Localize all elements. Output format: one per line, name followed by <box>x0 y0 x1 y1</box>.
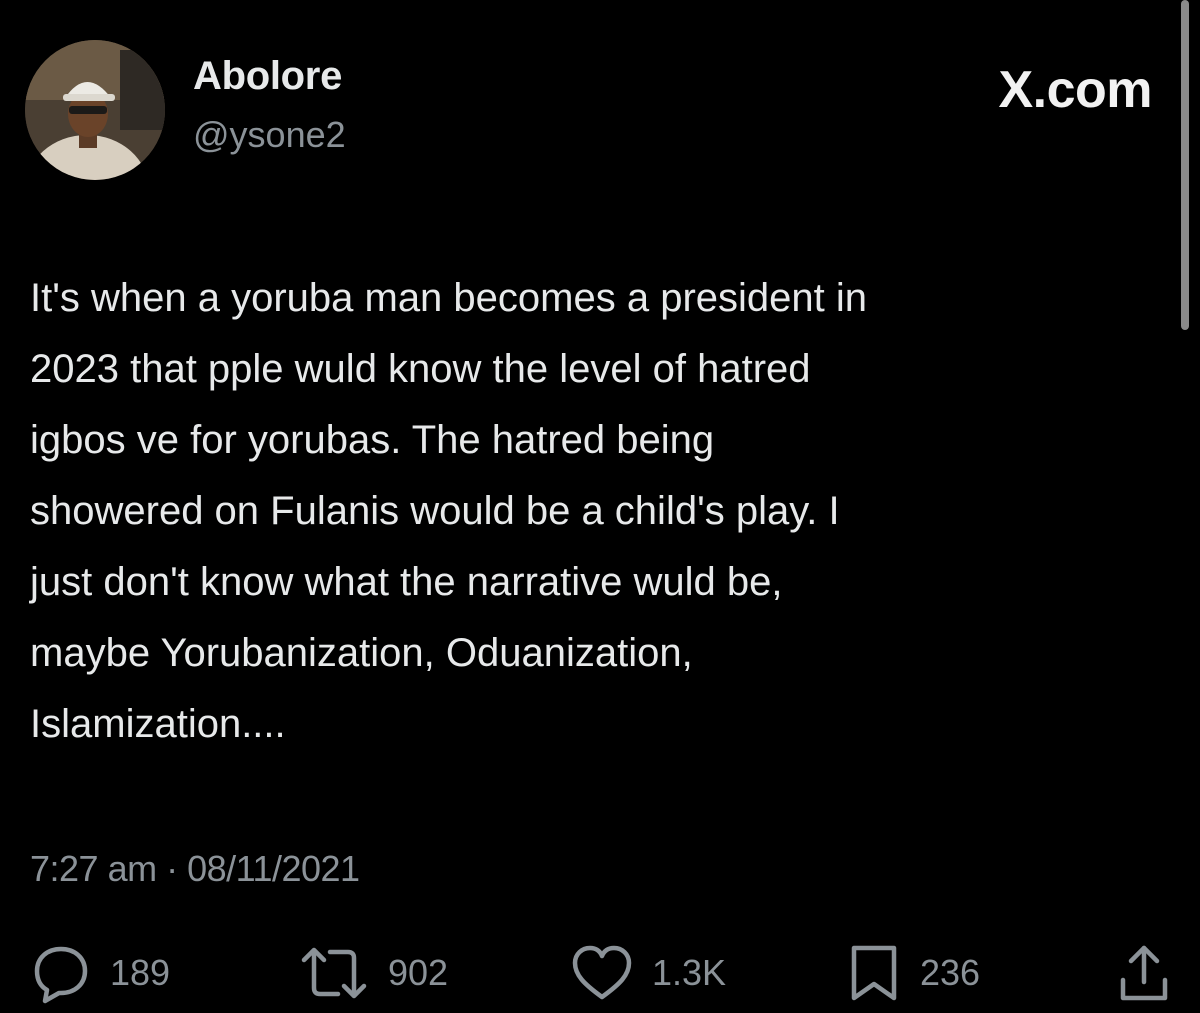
share-icon <box>1120 945 1168 1001</box>
author-display-name[interactable]: Abolore <box>193 54 342 99</box>
bookmark-icon <box>851 945 897 1001</box>
scrollbar[interactable] <box>1181 0 1189 330</box>
reply-icon <box>34 946 88 1004</box>
like-count: 1.3K <box>652 952 727 993</box>
bookmark-button[interactable]: 236 <box>846 940 980 1006</box>
bookmark-count: 236 <box>920 952 981 993</box>
tweet-timestamp[interactable]: 7:27 am · 08/11/2021 <box>30 848 360 890</box>
x-brand-logo: X.com <box>998 61 1152 119</box>
repost-icon <box>301 947 367 999</box>
tweet-actions-bar: 189 902 1.3K 236 <box>0 940 1200 1010</box>
reply-button[interactable]: 189 <box>30 940 170 1006</box>
author-handle[interactable]: @ysone2 <box>193 114 346 156</box>
reply-count: 189 <box>110 952 171 993</box>
tweet-text: It's when a yoruba man becomes a preside… <box>30 276 867 746</box>
like-icon <box>572 945 632 1000</box>
avatar-photo <box>25 40 165 180</box>
share-button[interactable] <box>1118 940 1170 1006</box>
repost-count: 902 <box>388 952 449 993</box>
like-button[interactable]: 1.3K <box>570 940 726 1006</box>
repost-button[interactable]: 902 <box>298 940 448 1006</box>
avatar[interactable] <box>25 40 165 180</box>
